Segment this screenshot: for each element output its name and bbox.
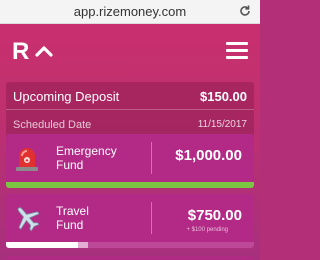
fund-name-line1: Travel (56, 204, 89, 218)
fund-pending-fill (77, 242, 88, 248)
url-text[interactable]: app.rizemoney.com (0, 4, 260, 19)
fund-card-next[interactable] (6, 256, 254, 260)
logo-letter: R (12, 38, 30, 65)
browser-url-bar[interactable]: app.rizemoney.com (0, 0, 260, 24)
fund-progress-fill (6, 242, 78, 248)
fund-name-line1: Emergency (56, 144, 117, 158)
fund-amount: $1,000.00 (175, 147, 242, 164)
airplane-icon (6, 194, 48, 242)
deposit-amount: $150.00 (200, 89, 247, 104)
fund-card-emergency[interactable]: ✦ Emergency Fund $1,000.00 (6, 134, 254, 188)
fund-pending: + $100 pending (186, 227, 228, 233)
fund-divider (151, 142, 152, 174)
app-screen: R Upcoming Deposit $150.00 Scheduled Dat… (0, 24, 260, 260)
alarm-light-icon: ✦ (6, 134, 48, 182)
fund-progress-bar (6, 242, 254, 248)
fund-name: Travel Fund (56, 204, 136, 232)
scheduled-date-value: 11/15/2017 (197, 119, 247, 130)
scheduled-date-label: Scheduled Date (13, 119, 92, 131)
fund-name-line2: Fund (56, 218, 84, 232)
fund-name: Emergency Fund (56, 144, 136, 172)
fund-card-travel[interactable]: Travel Fund $750.00 + $100 pending (6, 194, 254, 248)
hamburger-menu-icon[interactable] (226, 42, 248, 60)
fund-amount: $750.00 (187, 207, 242, 224)
fund-divider (151, 202, 152, 234)
rize-logo[interactable]: R (12, 38, 60, 66)
chevron-up-icon (35, 46, 53, 57)
reload-icon[interactable] (238, 3, 252, 19)
deposit-title: Upcoming Deposit (13, 89, 120, 104)
svg-text:✦: ✦ (24, 158, 29, 165)
fund-name-line2: Fund (56, 158, 84, 172)
fund-progress-bar (6, 182, 254, 188)
fund-progress-fill (6, 182, 254, 188)
app-header: R (0, 24, 260, 80)
deposit-row: Upcoming Deposit $150.00 (6, 82, 254, 110)
